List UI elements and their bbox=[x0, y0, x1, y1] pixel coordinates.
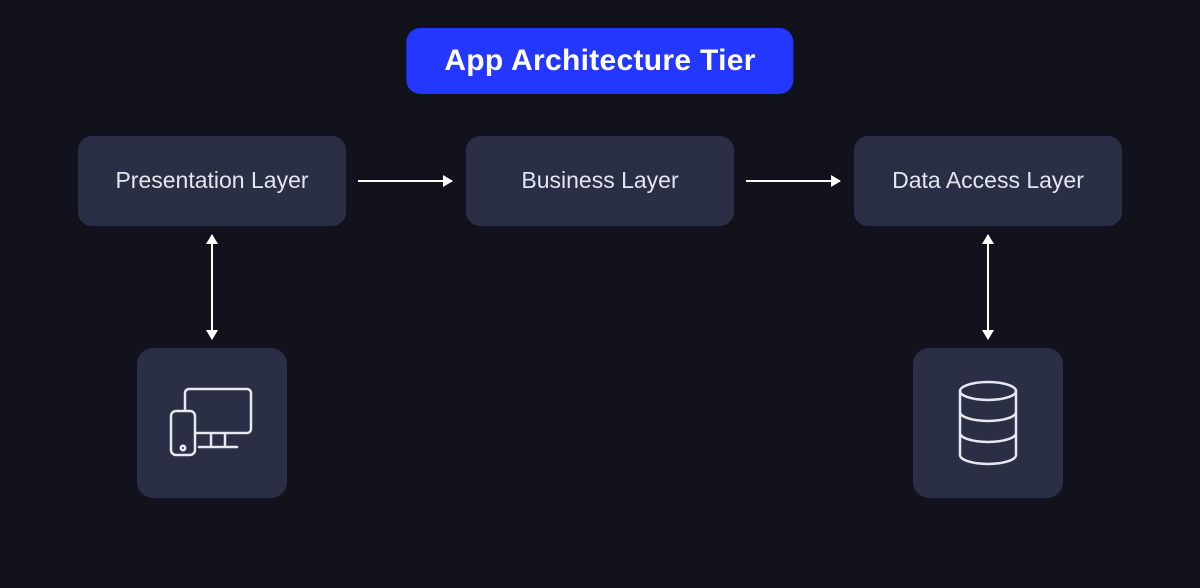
arrow-right-icon bbox=[358, 180, 452, 182]
data-access-layer-label: Data Access Layer bbox=[892, 165, 1084, 196]
database-icon bbox=[953, 380, 1023, 466]
arrow-double-vertical-icon bbox=[987, 235, 989, 339]
diagram-title: App Architecture Tier bbox=[406, 28, 793, 94]
presentation-layer-box: Presentation Layer bbox=[78, 136, 346, 226]
database-box bbox=[913, 348, 1063, 498]
business-layer-label: Business Layer bbox=[521, 165, 678, 196]
presentation-layer-label: Presentation Layer bbox=[115, 165, 308, 196]
business-layer-box: Business Layer bbox=[466, 136, 734, 226]
client-devices-box bbox=[137, 348, 287, 498]
devices-icon bbox=[167, 385, 257, 461]
data-access-layer-box: Data Access Layer bbox=[854, 136, 1122, 226]
arrow-double-vertical-icon bbox=[211, 235, 213, 339]
arrow-right-icon bbox=[746, 180, 840, 182]
